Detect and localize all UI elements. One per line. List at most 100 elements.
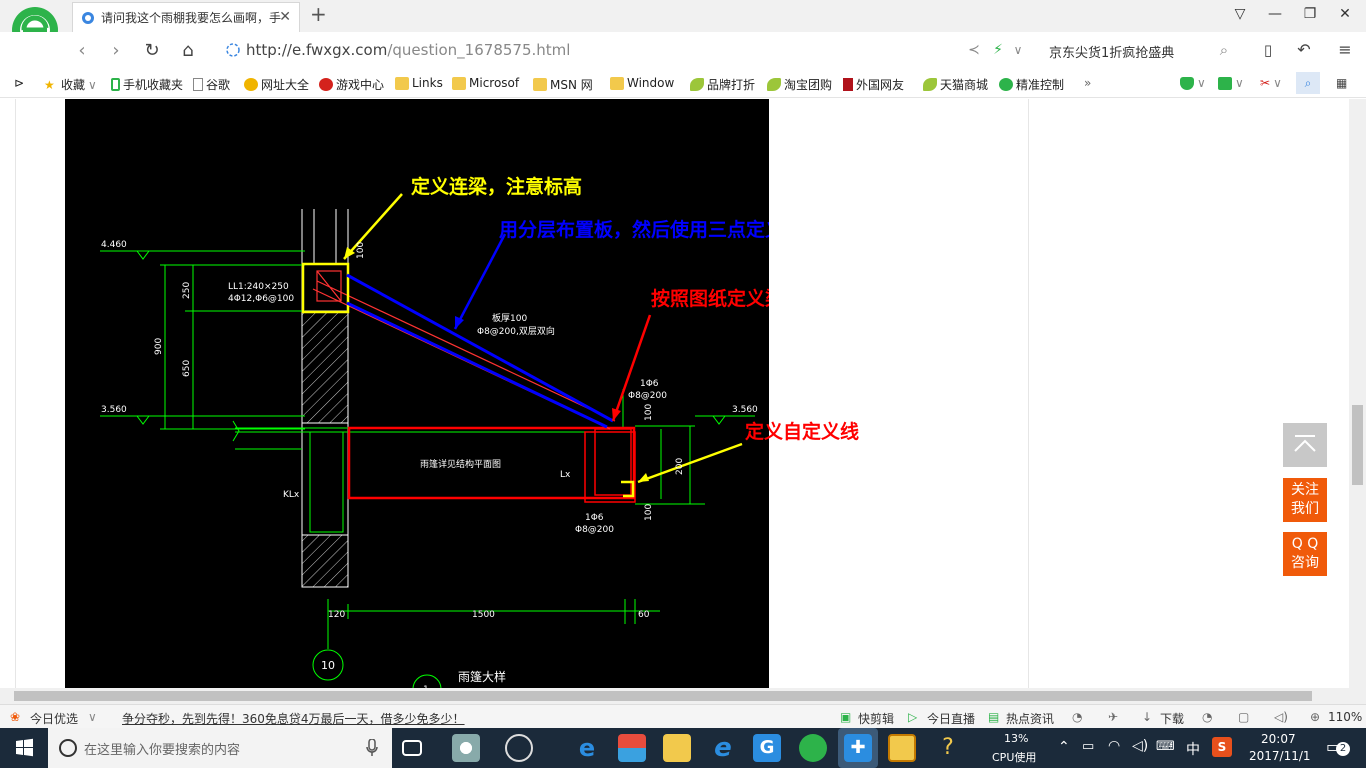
magnifier-icon[interactable]: ⌕: [1296, 72, 1320, 94]
360-app-icon[interactable]: [505, 734, 533, 762]
scroll-thumb[interactable]: [14, 691, 1312, 701]
hot-news[interactable]: 热点资讯: [1006, 710, 1054, 727]
share-icon[interactable]: ≺: [962, 42, 986, 58]
rebar-label-4: Φ8@200: [575, 525, 614, 535]
cad-drawing-image: 4.460 3.560 3.560 LL1:240×250 4Φ12,Φ6@10…: [65, 99, 769, 688]
search-box[interactable]: 京东尖货1折疯抢盛典: [1049, 42, 1174, 61]
edge-icon[interactable]: e: [573, 734, 601, 762]
forward-button[interactable]: ›: [104, 40, 128, 61]
360-browser-icon[interactable]: [799, 734, 827, 762]
bookmark-msn[interactable]: MSN 网: [533, 76, 593, 93]
skin-icon[interactable]: ▽: [1226, 6, 1254, 22]
glodon-icon[interactable]: G: [753, 734, 781, 762]
clock-date[interactable]: 2017/11/1: [1249, 749, 1311, 763]
mobile-icon[interactable]: ▯: [1256, 41, 1280, 59]
bookmark-favorites[interactable]: ★ 收藏 ∨: [44, 76, 97, 93]
notes-app-icon[interactable]: [888, 734, 916, 762]
follow-us-button[interactable]: 关注 我们: [1283, 478, 1327, 522]
menu-icon[interactable]: ≡: [1333, 40, 1357, 59]
back-to-top-button[interactable]: [1283, 423, 1327, 467]
taskbar-search-box[interactable]: 在这里输入你要搜索的内容: [48, 728, 392, 768]
game-icon: [319, 78, 333, 91]
site-info-icon[interactable]: [226, 43, 240, 57]
today-picks[interactable]: 今日优选: [30, 710, 78, 727]
undo-icon[interactable]: ↶: [1292, 40, 1316, 59]
battery-icon[interactable]: ▭: [1082, 739, 1094, 754]
scissors-icon[interactable]: ✂ ∨: [1260, 76, 1282, 90]
volume-icon[interactable]: ◁): [1132, 738, 1148, 754]
bookmark-mobile[interactable]: 手机收藏夹: [111, 76, 183, 93]
task-view-icon[interactable]: [402, 740, 422, 756]
search-icon[interactable]: ⌕: [1212, 41, 1236, 59]
vertical-scrollbar[interactable]: [1349, 99, 1366, 688]
news-ticker[interactable]: 争分夺秒，先到先得！360免息贷4万最后一天，借多少免多少！: [122, 710, 465, 727]
bookmark-brand-sale[interactable]: 品牌打折: [690, 76, 755, 93]
close-tab-icon[interactable]: ✕: [279, 9, 291, 25]
bookmark-taobao[interactable]: 淘宝团购: [767, 76, 832, 93]
windows-start-icon[interactable]: [0, 728, 48, 768]
close-window-button[interactable]: ✕: [1331, 6, 1359, 22]
bookmark-google[interactable]: 谷歌: [193, 76, 230, 93]
zoom-level[interactable]: 110%: [1328, 710, 1362, 724]
pin-icon[interactable]: ✈: [1108, 710, 1118, 724]
bookmark-label: Microsof: [469, 76, 520, 90]
bookmark-games[interactable]: 游戏中心: [319, 76, 384, 93]
bookmark-control[interactable]: 精准控制: [999, 76, 1064, 93]
keyboard-icon[interactable]: ⌨: [1156, 739, 1175, 754]
tray-expand-icon[interactable]: ⌃: [1058, 739, 1070, 755]
ime-indicator[interactable]: 中: [1186, 739, 1200, 759]
dim-60-label: 60: [638, 610, 650, 620]
qq-line-2: 咨询: [1291, 555, 1319, 571]
store-icon[interactable]: [618, 734, 646, 762]
qq-consult-button[interactable]: Q Q 咨询: [1283, 532, 1327, 576]
bookmark-foreign[interactable]: 外国网友: [843, 76, 904, 93]
active-tab[interactable]: 请问我这个雨棚我要怎么画啊，手 ✕: [72, 2, 300, 32]
chevron-down-icon[interactable]: ∨: [88, 710, 97, 724]
refresh-button[interactable]: ↻: [140, 40, 164, 61]
ie-icon[interactable]: e: [709, 734, 737, 762]
annotation-custom-line: 定义自定义线: [745, 421, 860, 443]
chevron-down-icon[interactable]: ∨: [1006, 43, 1030, 57]
new-tab-button[interactable]: +: [310, 4, 327, 24]
sound-icon[interactable]: ◁): [1274, 710, 1288, 724]
translate-icon[interactable]: ∨: [1218, 76, 1244, 90]
security-shield-icon[interactable]: ∨: [1180, 76, 1206, 90]
download-button[interactable]: 下载: [1160, 710, 1184, 727]
more-bookmarks-icon[interactable]: »: [1084, 76, 1091, 90]
axis-label: 10: [321, 659, 335, 672]
wifi-icon[interactable]: ◠: [1108, 738, 1120, 754]
speed-icon[interactable]: ◔: [1072, 710, 1082, 724]
quick-clip[interactable]: 快剪辑: [858, 710, 894, 727]
bookmark-links[interactable]: Links: [395, 76, 443, 90]
dim-100c-label: 100: [644, 504, 654, 521]
back-button[interactable]: ‹: [70, 40, 94, 61]
today-live[interactable]: 今日直播: [927, 710, 975, 727]
horizontal-scrollbar[interactable]: [0, 688, 1366, 704]
bookmark-sites[interactable]: 网址大全: [244, 76, 309, 93]
scroll-thumb[interactable]: [1352, 405, 1363, 485]
maximize-button[interactable]: ❐: [1296, 6, 1324, 22]
minimize-button[interactable]: —: [1261, 6, 1289, 22]
phone-icon: [111, 78, 120, 91]
clean-icon[interactable]: ◔: [1202, 710, 1212, 724]
apps-grid-icon[interactable]: ▦: [1336, 76, 1347, 90]
microphone-icon[interactable]: [366, 739, 378, 757]
folder-icon: [452, 76, 466, 90]
pinwheel-app-icon[interactable]: [452, 734, 480, 762]
bookmark-label: MSN 网: [550, 78, 593, 92]
clock-time[interactable]: 20:07: [1261, 732, 1296, 746]
sogou-icon[interactable]: S: [1212, 737, 1232, 757]
active-app-highlight[interactable]: ✚: [838, 728, 878, 768]
home-button[interactable]: ⌂: [176, 40, 200, 61]
help-app-icon[interactable]: ?: [934, 734, 962, 762]
bookmark-windows[interactable]: Window: [610, 76, 674, 90]
bookmark-microsoft[interactable]: Microsof: [452, 76, 519, 90]
chat-icon: [999, 78, 1013, 91]
sidebar-toggle-icon[interactable]: ⊳: [14, 76, 24, 90]
file-explorer-icon[interactable]: [663, 734, 691, 762]
leaf-icon: [690, 78, 704, 91]
window-icon[interactable]: ▢: [1238, 710, 1249, 724]
url-field[interactable]: http://e.fwxgx.com/question_1678575.html: [246, 41, 570, 59]
rebar-label-3: 1Φ6: [585, 513, 604, 523]
bookmark-tmall[interactable]: 天猫商城: [923, 76, 988, 93]
